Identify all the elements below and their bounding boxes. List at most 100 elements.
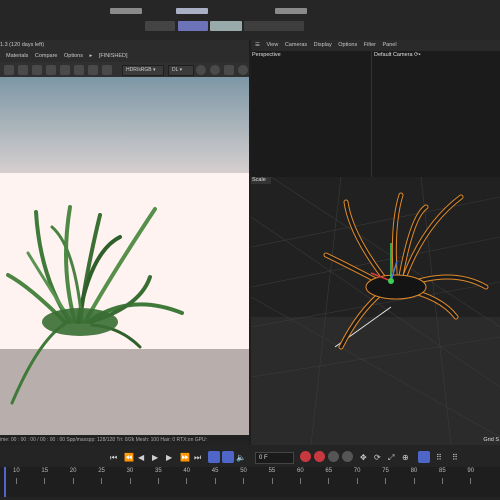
key-icon[interactable] — [342, 451, 353, 462]
timeline-tick — [129, 478, 131, 484]
stop-icon[interactable] — [18, 65, 28, 75]
menu-cameras[interactable]: Cameras — [285, 42, 307, 48]
timeline-tick — [413, 478, 415, 484]
viewport-main[interactable]: Scale Grid S — [251, 177, 500, 445]
playhead[interactable] — [4, 467, 6, 497]
autokey-icon[interactable] — [314, 451, 325, 462]
go-end-icon[interactable]: ⏭ — [194, 453, 201, 463]
timeline-tick-label: 45 — [211, 468, 219, 474]
viewport-scene — [251, 177, 500, 445]
frame-value: 0 F — [259, 455, 268, 461]
range-icon[interactable] — [222, 451, 234, 463]
timeline-tick-label: 15 — [41, 468, 49, 474]
sphere-icon[interactable] — [210, 65, 220, 75]
timeline-tick-label: 35 — [155, 468, 162, 474]
move-key-icon[interactable]: ✥ — [360, 453, 367, 462]
record-icon[interactable] — [300, 451, 311, 462]
prev-key-icon[interactable]: ⏪ — [124, 453, 134, 462]
timeline-tick — [271, 478, 273, 484]
menu-display[interactable]: Display — [314, 42, 332, 48]
render-menu-bar: Materials Compare Options ▸ [FINISHED] — [0, 51, 249, 62]
timeline-tick — [186, 478, 188, 484]
timeline-tick-label: 65 — [325, 468, 333, 474]
param-key-icon[interactable]: ⊕ — [402, 453, 409, 462]
sound-icon[interactable]: 🔈 — [236, 453, 246, 462]
pla-icon[interactable] — [418, 451, 430, 463]
menu-filter[interactable]: Filter — [364, 42, 376, 48]
key-icon[interactable] — [328, 451, 339, 462]
timeline-tick-label: 40 — [183, 468, 191, 474]
menu-options[interactable]: Options — [64, 53, 83, 59]
render-viewport[interactable] — [0, 77, 249, 435]
menu-options[interactable]: Options — [338, 42, 357, 48]
settings-icon[interactable] — [60, 65, 70, 75]
viewport-menu-bar: ☰ View Cameras Display Options Filter Pa… — [251, 40, 500, 51]
header-block — [176, 8, 208, 14]
timeline-tick-label: 50 — [240, 468, 247, 474]
timeline-tick-label: 60 — [297, 468, 304, 474]
next-key-icon[interactable]: ⏩ — [180, 453, 190, 462]
viewport-label: Default Camera ⟳• — [374, 52, 421, 58]
viewport-perspective[interactable]: Perspective — [251, 51, 372, 177]
mode-value: DL — [172, 67, 179, 73]
timeline-tick-label: 55 — [268, 468, 276, 474]
timeline-tick-label: 75 — [382, 468, 389, 474]
lut-select[interactable]: HDR/sRGB ▾ — [122, 65, 164, 76]
header-block — [145, 21, 175, 31]
header-block — [275, 8, 307, 14]
save-icon[interactable] — [46, 65, 56, 75]
header-block — [244, 21, 304, 31]
timeline-tick — [356, 478, 358, 484]
lock-icon[interactable] — [88, 65, 98, 75]
frame-field[interactable]: 0 F — [255, 452, 294, 464]
menu-panel[interactable]: Panel — [383, 42, 397, 48]
render-panel: 1.3 (120 days left) Materials Compare Op… — [0, 40, 249, 445]
timeline-tick-label: 90 — [467, 468, 475, 474]
timeline-tick — [44, 478, 46, 484]
camera-icon[interactable] — [224, 65, 234, 75]
timeline-tick — [385, 478, 387, 484]
dots-icon[interactable]: ⠿ — [452, 453, 458, 462]
region-icon[interactable] — [74, 65, 84, 75]
scale-key-icon[interactable]: ⤢ — [388, 453, 394, 463]
render-status-bar: ime: 00 : 00 : 00 / 00 : 00 : 00 Spp/max… — [0, 435, 249, 445]
menu-more[interactable]: ▸ — [90, 53, 93, 59]
mode-select[interactable]: DL ▾ — [168, 65, 194, 76]
timeline-tick — [470, 478, 472, 484]
pin-icon[interactable] — [102, 65, 112, 75]
menu-view[interactable]: View — [266, 42, 278, 48]
timeline-tick-label: 80 — [410, 468, 418, 474]
lut-value: HDR/sRGB — [126, 67, 152, 73]
dots-icon[interactable]: ⠿ — [436, 453, 442, 462]
prev-frame-icon[interactable]: ◀ — [138, 453, 144, 462]
viewport-camera[interactable]: Default Camera ⟳• — [372, 51, 500, 177]
play-icon[interactable]: ▶ — [152, 453, 158, 462]
grid-icon[interactable]: ☰ — [255, 42, 260, 48]
timeline-tick-label: 85 — [439, 468, 446, 474]
timeline-tick — [243, 478, 245, 484]
viewport-label: Scale — [252, 177, 266, 183]
timeline-ruler[interactable]: 10 15 20 25 30 35 40 45 50 55 60 65 70 75 80 85 90 — [0, 467, 500, 497]
loop-icon[interactable] — [208, 451, 220, 463]
timeline-tick-label: 70 — [353, 468, 361, 474]
go-start-icon[interactable]: ⏮ — [110, 453, 117, 463]
sphere-icon[interactable] — [196, 65, 206, 75]
timeline-tick — [214, 478, 216, 484]
timeline-tick — [328, 478, 330, 484]
camera-icon[interactable] — [32, 65, 42, 75]
render-status-label: [FINISHED] — [98, 53, 128, 59]
rotate-key-icon[interactable]: ⟳ — [374, 453, 381, 462]
top-header — [0, 0, 500, 40]
header-block — [210, 21, 242, 31]
timeline-tick — [16, 478, 17, 484]
next-frame-icon[interactable]: ▶ — [166, 453, 172, 462]
timeline-tick-label: 25 — [98, 468, 105, 474]
menu-materials[interactable]: Materials — [6, 53, 28, 59]
render-title: 1.3 (120 days left) — [0, 42, 45, 48]
render-icon[interactable] — [4, 65, 14, 75]
timeline-tick — [442, 478, 443, 484]
header-tab-active[interactable] — [178, 21, 208, 31]
circle-icon[interactable] — [238, 65, 248, 75]
timeline-panel: ⏮ ⏪ ◀ ▶ ▶ ⏩ ⏭ 🔈 0 F ✥ ⟳ ⤢ ⊕ ⠿ ⠿ 10 15 20 25… — [0, 445, 500, 500]
menu-compare[interactable]: Compare — [35, 53, 58, 59]
